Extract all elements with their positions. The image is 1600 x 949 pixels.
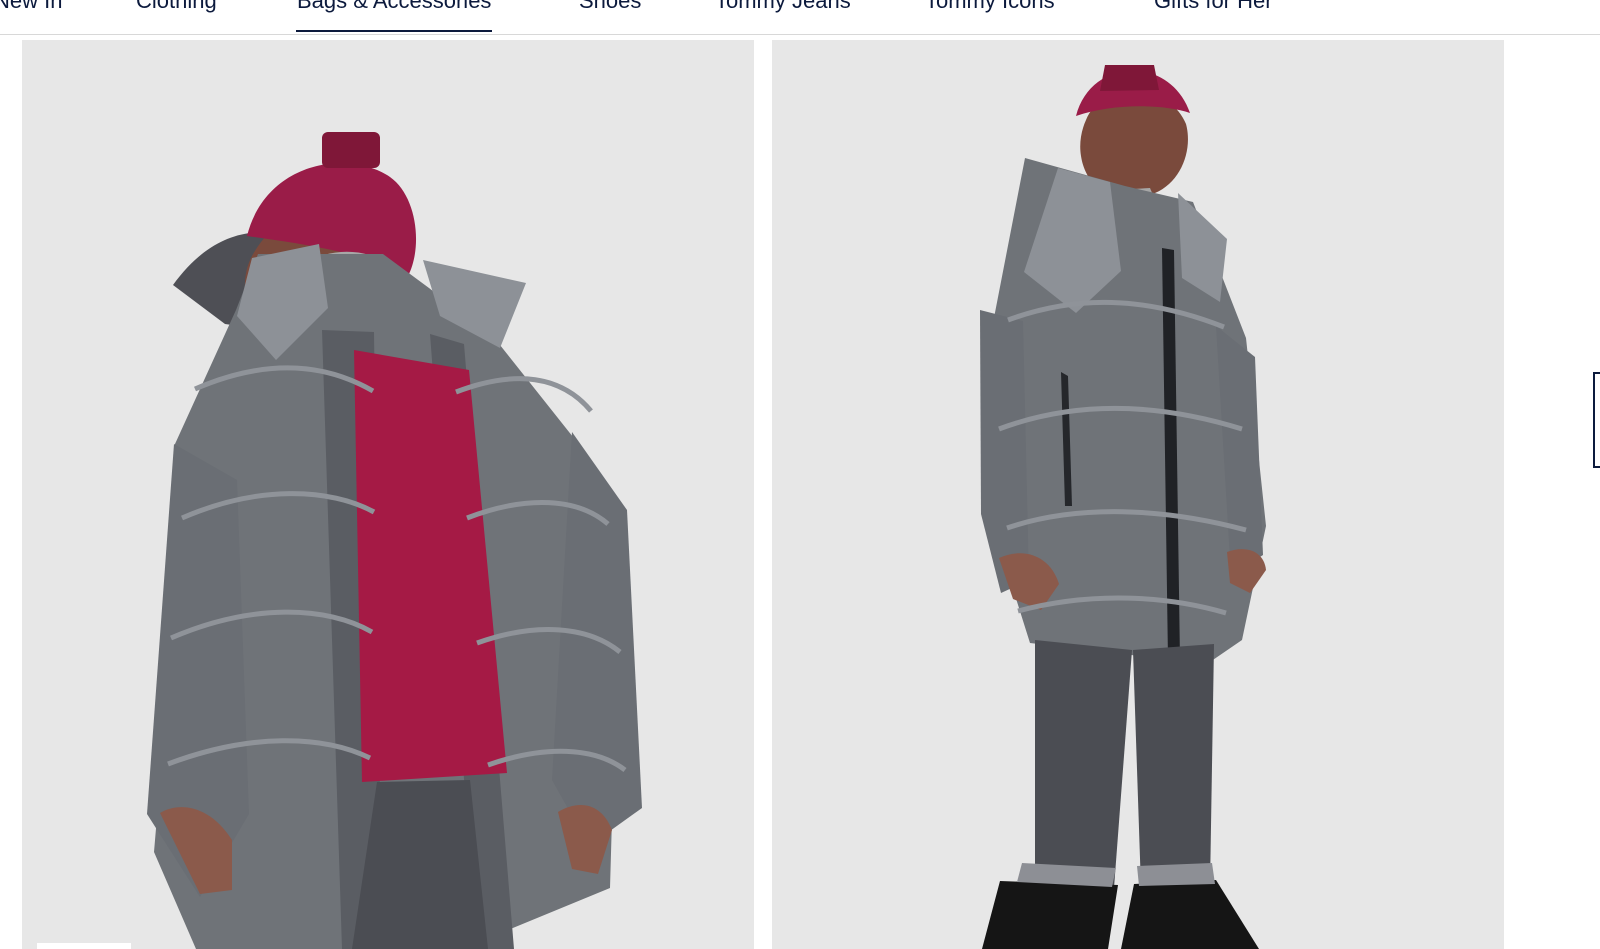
product-photo-side[interactable] (772, 40, 1504, 949)
nav-gifts-for-her-label: Gifts for Her (1154, 0, 1273, 13)
nav-new-in-label: New In (0, 0, 63, 13)
nav-tommy-jeans[interactable]: Tommy Jeans (714, 0, 852, 30)
nav-shoes[interactable]: Shoes (578, 0, 642, 30)
product-gallery (0, 40, 1600, 949)
nav-gifts-for-her[interactable]: Gifts for Her (1153, 0, 1274, 30)
nav-tommy-jeans-label: Tommy Jeans (715, 0, 851, 13)
gallery-next-control[interactable] (1593, 372, 1600, 468)
product-photo-front[interactable] (22, 40, 754, 949)
nav-bags-accessories[interactable]: Bags & Accessories (296, 0, 493, 32)
nav-new-in[interactable]: New In (0, 0, 63, 30)
nav-shoes-label: Shoes (579, 0, 642, 13)
nav-clothing-label: Clothing (136, 0, 217, 13)
nav-tommy-icons-label: Tommy Icons (925, 0, 1055, 13)
image-tag (37, 943, 131, 949)
category-navigation: New In Clothing Bags & Accessories Shoes… (0, 0, 1600, 35)
nav-tommy-icons[interactable]: Tommy Icons (924, 0, 1056, 30)
nav-clothing[interactable]: Clothing (135, 0, 218, 30)
nav-bags-accessories-label: Bags & Accessories (297, 0, 492, 13)
